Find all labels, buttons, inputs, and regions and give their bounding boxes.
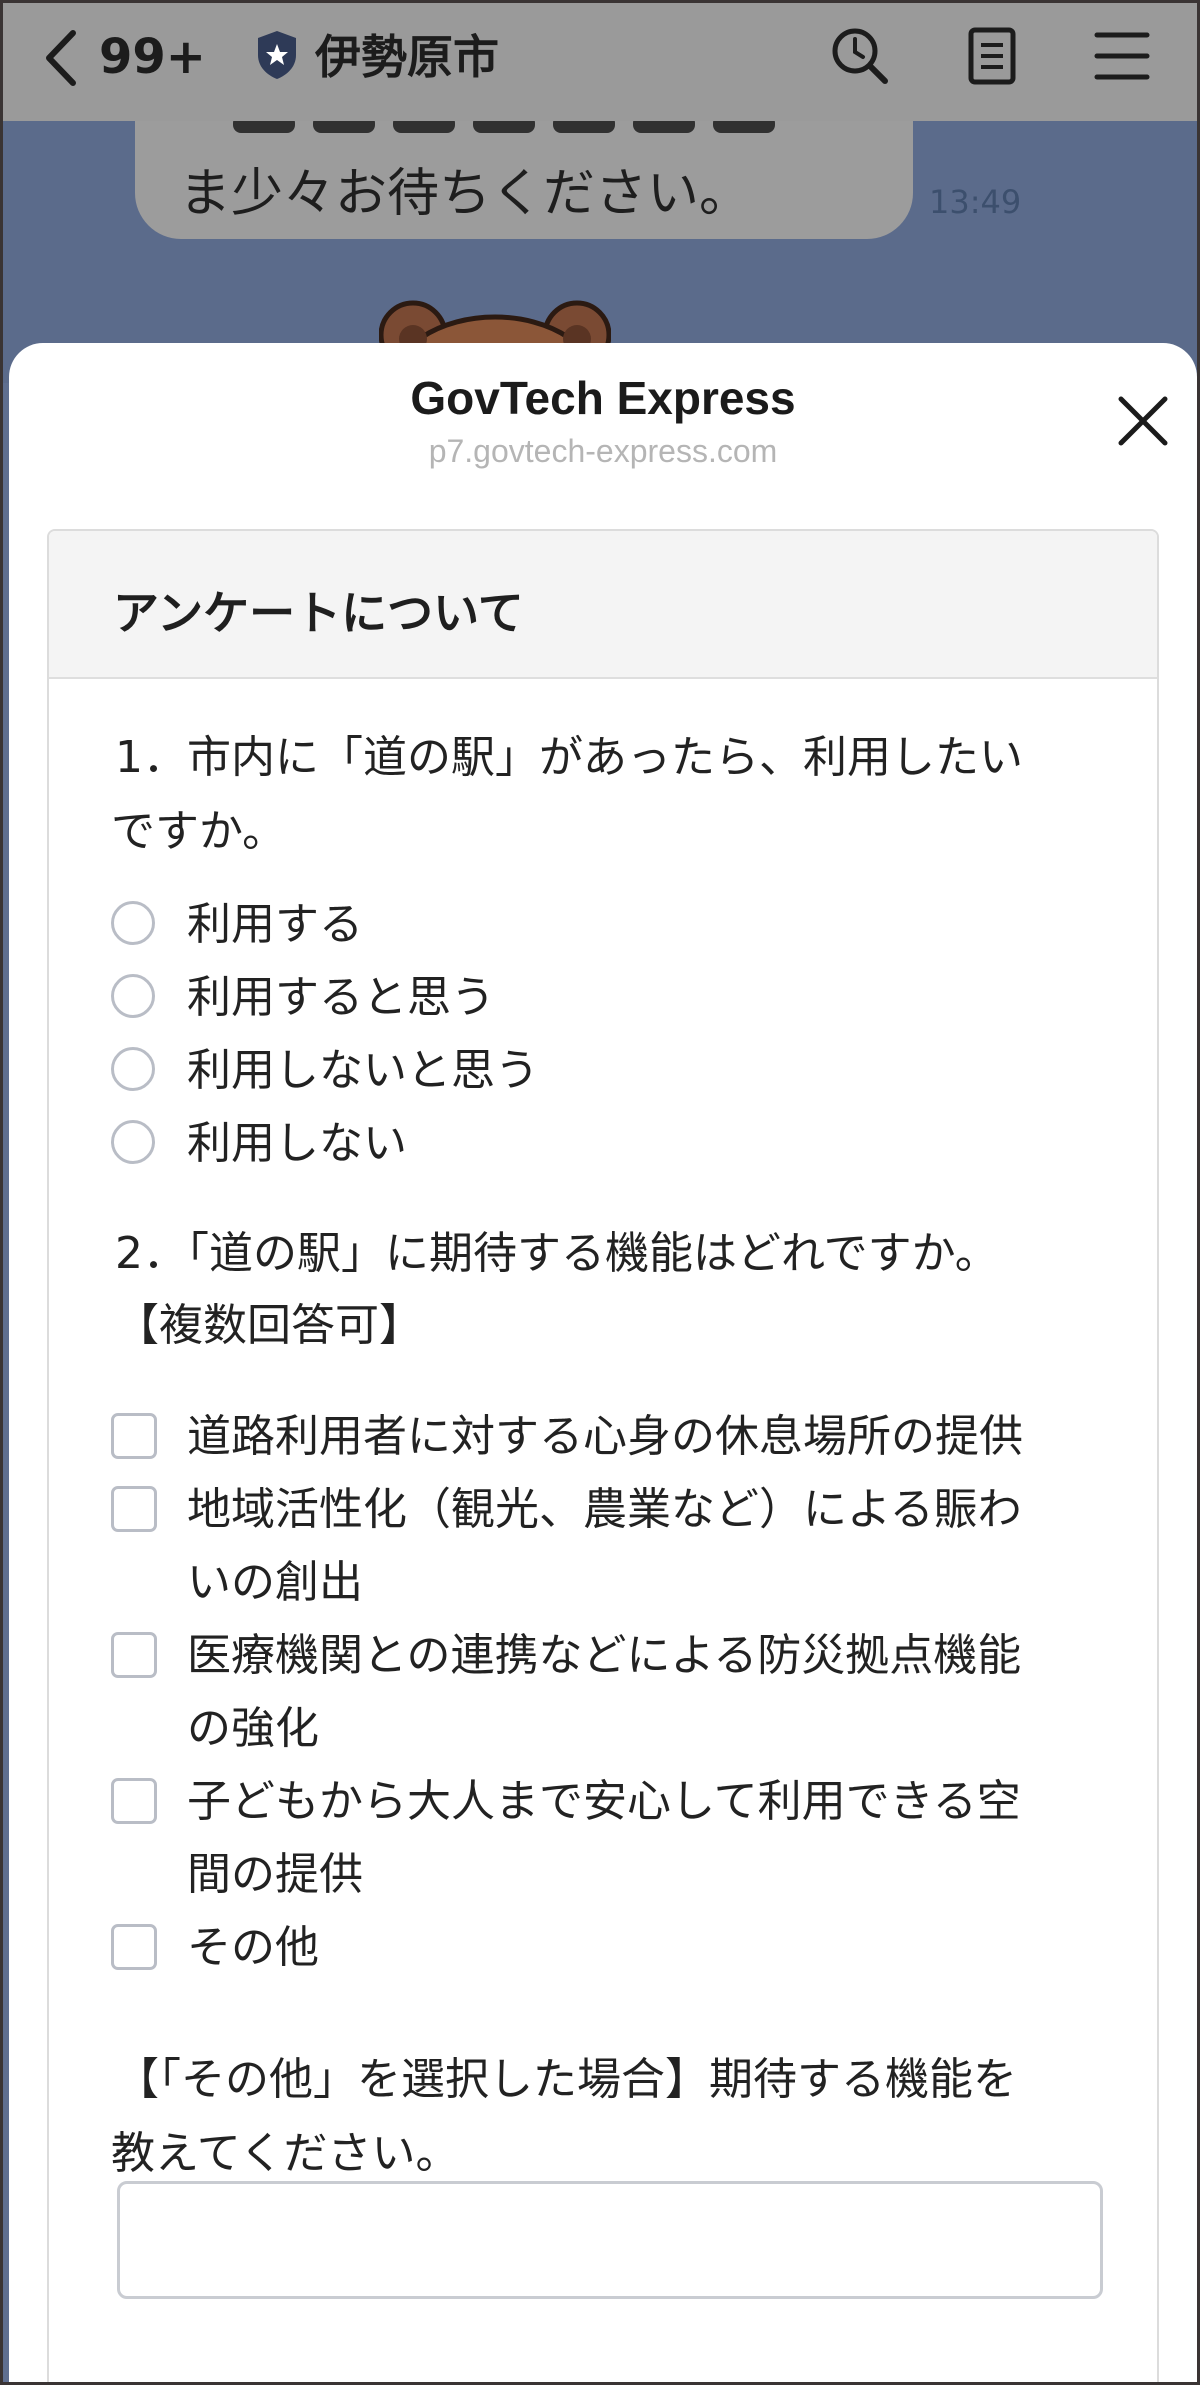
option-label-cont: 間の提供 — [187, 1849, 363, 1900]
option-label: 子どもから大人まで安心して利用できる空 — [187, 1776, 1021, 1827]
sheet-title: GovTech Express — [410, 372, 796, 424]
option-label: 利用しないと思う — [187, 1045, 539, 1096]
option-label: 利用すると思う — [187, 972, 495, 1023]
radio-button[interactable] — [111, 1120, 155, 1164]
checkbox[interactable] — [111, 1924, 157, 1970]
other-question-text-cont: 教えてください。 — [111, 2128, 460, 2179]
sheet-url: p7.govtech-express.com — [428, 433, 778, 469]
checkbox[interactable] — [111, 1413, 157, 1459]
option-label: 道路利用者に対する心身の休息場所の提供 — [187, 1411, 1023, 1462]
chat-timestamp: 13:49 — [929, 183, 1022, 221]
screen: ま少々お待ちください。 13:49 99+ 伊勢原市 GovTech Expre… — [0, 0, 1200, 2385]
checkbox[interactable] — [111, 1486, 157, 1532]
other-question-text: 【「その他」を選択した場合】期待する機能を — [115, 2054, 1017, 2105]
webview-sheet: GovTech Express p7.govtech-express.com ア… — [9, 343, 1197, 2382]
radio-button[interactable] — [111, 901, 155, 945]
unread-count[interactable]: 99+ — [99, 25, 206, 89]
form-header-title: アンケートについて — [113, 586, 524, 640]
question-1-text-cont: ですか。 — [111, 806, 287, 857]
account-name: 伊勢原市 — [315, 30, 499, 84]
search-icon[interactable] — [829, 25, 891, 87]
option-label: 利用する — [187, 899, 363, 950]
form-header: アンケートについて — [49, 531, 1157, 679]
option-label-cont: の強化 — [187, 1703, 319, 1754]
chat-navbar: 99+ 伊勢原市 — [3, 3, 1197, 121]
checkbox[interactable] — [111, 1778, 157, 1824]
chat-message-text: ま少々お待ちください。 — [179, 164, 752, 224]
option-label-cont: いの創出 — [187, 1557, 363, 1608]
shield-star-icon — [258, 31, 296, 79]
menu-icon[interactable] — [1091, 25, 1153, 87]
question-1-text: 1．市内に「道の駅」があったら、利用したい — [115, 732, 1023, 783]
close-icon[interactable] — [1115, 393, 1171, 449]
question-2-text: 2．「道の駅」に期待する機能はどれですか。 — [115, 1228, 999, 1279]
option-label: その他 — [187, 1922, 319, 1973]
other-text-input[interactable] — [117, 2181, 1103, 2299]
notes-icon[interactable] — [961, 25, 1023, 87]
survey-form: アンケートについて 1．市内に「道の駅」があったら、利用したい ですか。 利用す… — [47, 529, 1159, 2382]
option-label: 利用しない — [187, 1118, 407, 1169]
option-label: 医療機関との連携などによる防災拠点機能 — [187, 1630, 1022, 1681]
radio-button[interactable] — [111, 1047, 155, 1091]
question-2-note: 【複数回答可】 — [115, 1300, 423, 1351]
checkbox[interactable] — [111, 1632, 157, 1678]
radio-button[interactable] — [111, 974, 155, 1018]
option-label: 地域活性化（観光、農業など）による賑わ — [187, 1484, 1022, 1535]
back-chevron-icon[interactable] — [41, 27, 81, 89]
